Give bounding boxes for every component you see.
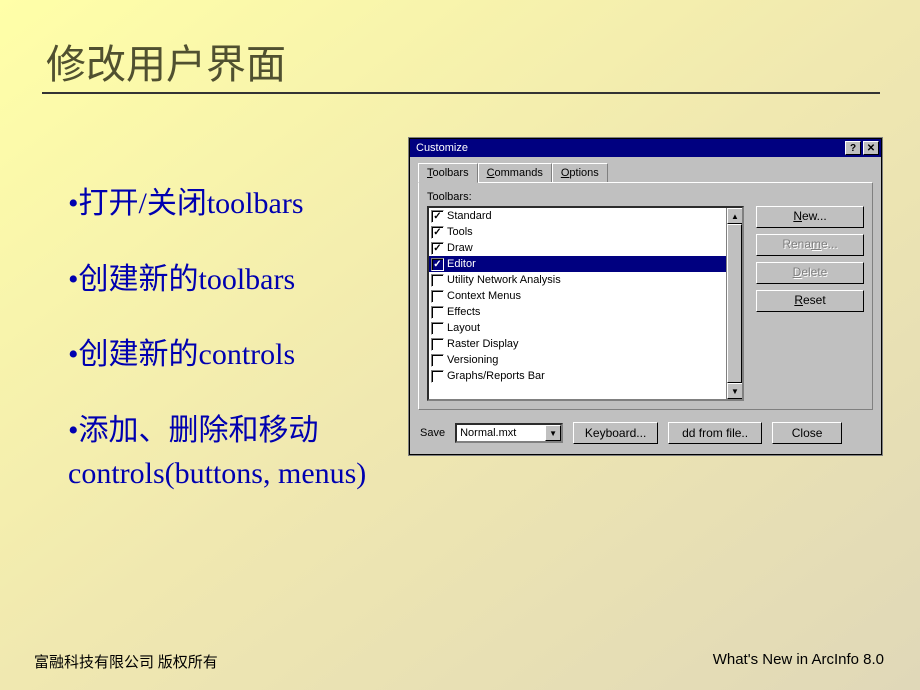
- scrollbar[interactable]: ▲ ▼: [726, 208, 742, 399]
- tab-toolbars[interactable]: Toolbars: [418, 163, 478, 183]
- checkbox-icon[interactable]: [431, 226, 444, 239]
- checkbox-icon[interactable]: [431, 210, 444, 223]
- list-item[interactable]: Context Menus: [429, 288, 742, 304]
- checkbox-icon[interactable]: [431, 322, 444, 335]
- scroll-up-icon[interactable]: ▲: [727, 208, 743, 224]
- dialog-title: Customize: [416, 142, 843, 154]
- list-item[interactable]: Tools: [429, 224, 742, 240]
- checkbox-icon[interactable]: [431, 306, 444, 319]
- customize-dialog: Customize ? ✕ Toolbars Commands Options …: [409, 138, 882, 455]
- bullet-item: 添加、删除和移动controls(buttons, menus): [40, 409, 420, 496]
- scroll-thumb[interactable]: [727, 224, 742, 383]
- scroll-down-icon[interactable]: ▼: [727, 383, 743, 399]
- footer: 富融科技有限公司 版权所有 What's New in ArcInfo 8.0: [34, 651, 884, 672]
- checkbox-icon[interactable]: [431, 338, 444, 351]
- list-item[interactable]: Graphs/Reports Bar: [429, 368, 742, 384]
- list-item-label: Versioning: [447, 354, 498, 366]
- reset-button[interactable]: Reset: [756, 290, 864, 312]
- list-item[interactable]: Versioning: [429, 352, 742, 368]
- checkbox-icon[interactable]: [431, 274, 444, 287]
- list-item[interactable]: Raster Display: [429, 336, 742, 352]
- checkbox-icon[interactable]: [431, 290, 444, 303]
- list-item-label: Context Menus: [447, 290, 521, 302]
- slide-title: 修改用户界面: [0, 0, 920, 92]
- save-combo[interactable]: Normal.mxt ▼: [455, 423, 563, 443]
- list-item[interactable]: Standard: [429, 208, 742, 224]
- save-label: Save: [420, 427, 445, 439]
- tabs: Toolbars Commands Options: [410, 157, 881, 182]
- list-item[interactable]: Effects: [429, 304, 742, 320]
- checkbox-icon[interactable]: [431, 258, 444, 271]
- close-button[interactable]: Close: [772, 422, 842, 444]
- combo-value: Normal.mxt: [460, 427, 516, 439]
- bullet-item: 打开/关闭toolbars: [40, 182, 420, 226]
- footer-title: What's New in ArcInfo 8.0: [713, 651, 884, 672]
- list-item-label: Draw: [447, 242, 473, 254]
- toolbars-label: Toolbars:: [427, 191, 864, 203]
- rename-button[interactable]: Rename...: [756, 234, 864, 256]
- dialog-titlebar[interactable]: Customize ? ✕: [410, 139, 881, 157]
- list-item[interactable]: Layout: [429, 320, 742, 336]
- close-icon[interactable]: ✕: [863, 141, 879, 155]
- tab-options[interactable]: Options: [552, 163, 608, 182]
- list-item-label: Effects: [447, 306, 480, 318]
- list-item-label: Editor: [447, 258, 476, 270]
- chevron-down-icon[interactable]: ▼: [545, 425, 561, 441]
- delete-button[interactable]: Delete: [756, 262, 864, 284]
- keyboard-button[interactable]: Keyboard...: [573, 422, 658, 444]
- new-button[interactable]: New...: [756, 206, 864, 228]
- toolbars-listbox[interactable]: Standard Tools Draw Editor Utility Network A…: [427, 206, 744, 401]
- list-item[interactable]: Draw: [429, 240, 742, 256]
- list-item-label: Graphs/Reports Bar: [447, 370, 545, 382]
- list-item[interactable]: Editor: [429, 256, 742, 272]
- dialog-bottom: Save Normal.mxt ▼ Keyboard... dd from fi…: [410, 416, 881, 454]
- bullet-list: 打开/关闭toolbars 创建新的toolbars 创建新的controls …: [40, 142, 420, 528]
- bullet-item: 创建新的toolbars: [40, 258, 420, 302]
- list-item-label: Raster Display: [447, 338, 519, 350]
- tab-panel: Toolbars: Standard Tools Draw Editor Utility…: [418, 182, 873, 410]
- list-item-label: Standard: [447, 210, 492, 222]
- add-from-file-button[interactable]: dd from file..: [668, 422, 762, 444]
- list-item-label: Layout: [447, 322, 480, 334]
- checkbox-icon[interactable]: [431, 354, 444, 367]
- footer-copyright: 富融科技有限公司 版权所有: [34, 651, 218, 672]
- tab-commands[interactable]: Commands: [478, 163, 552, 182]
- list-item-label: Utility Network Analysis: [447, 274, 561, 286]
- help-button[interactable]: ?: [845, 141, 861, 155]
- list-item[interactable]: Utility Network Analysis: [429, 272, 742, 288]
- bullet-item: 创建新的controls: [40, 333, 420, 377]
- checkbox-icon[interactable]: [431, 242, 444, 255]
- list-item-label: Tools: [447, 226, 473, 238]
- checkbox-icon[interactable]: [431, 370, 444, 383]
